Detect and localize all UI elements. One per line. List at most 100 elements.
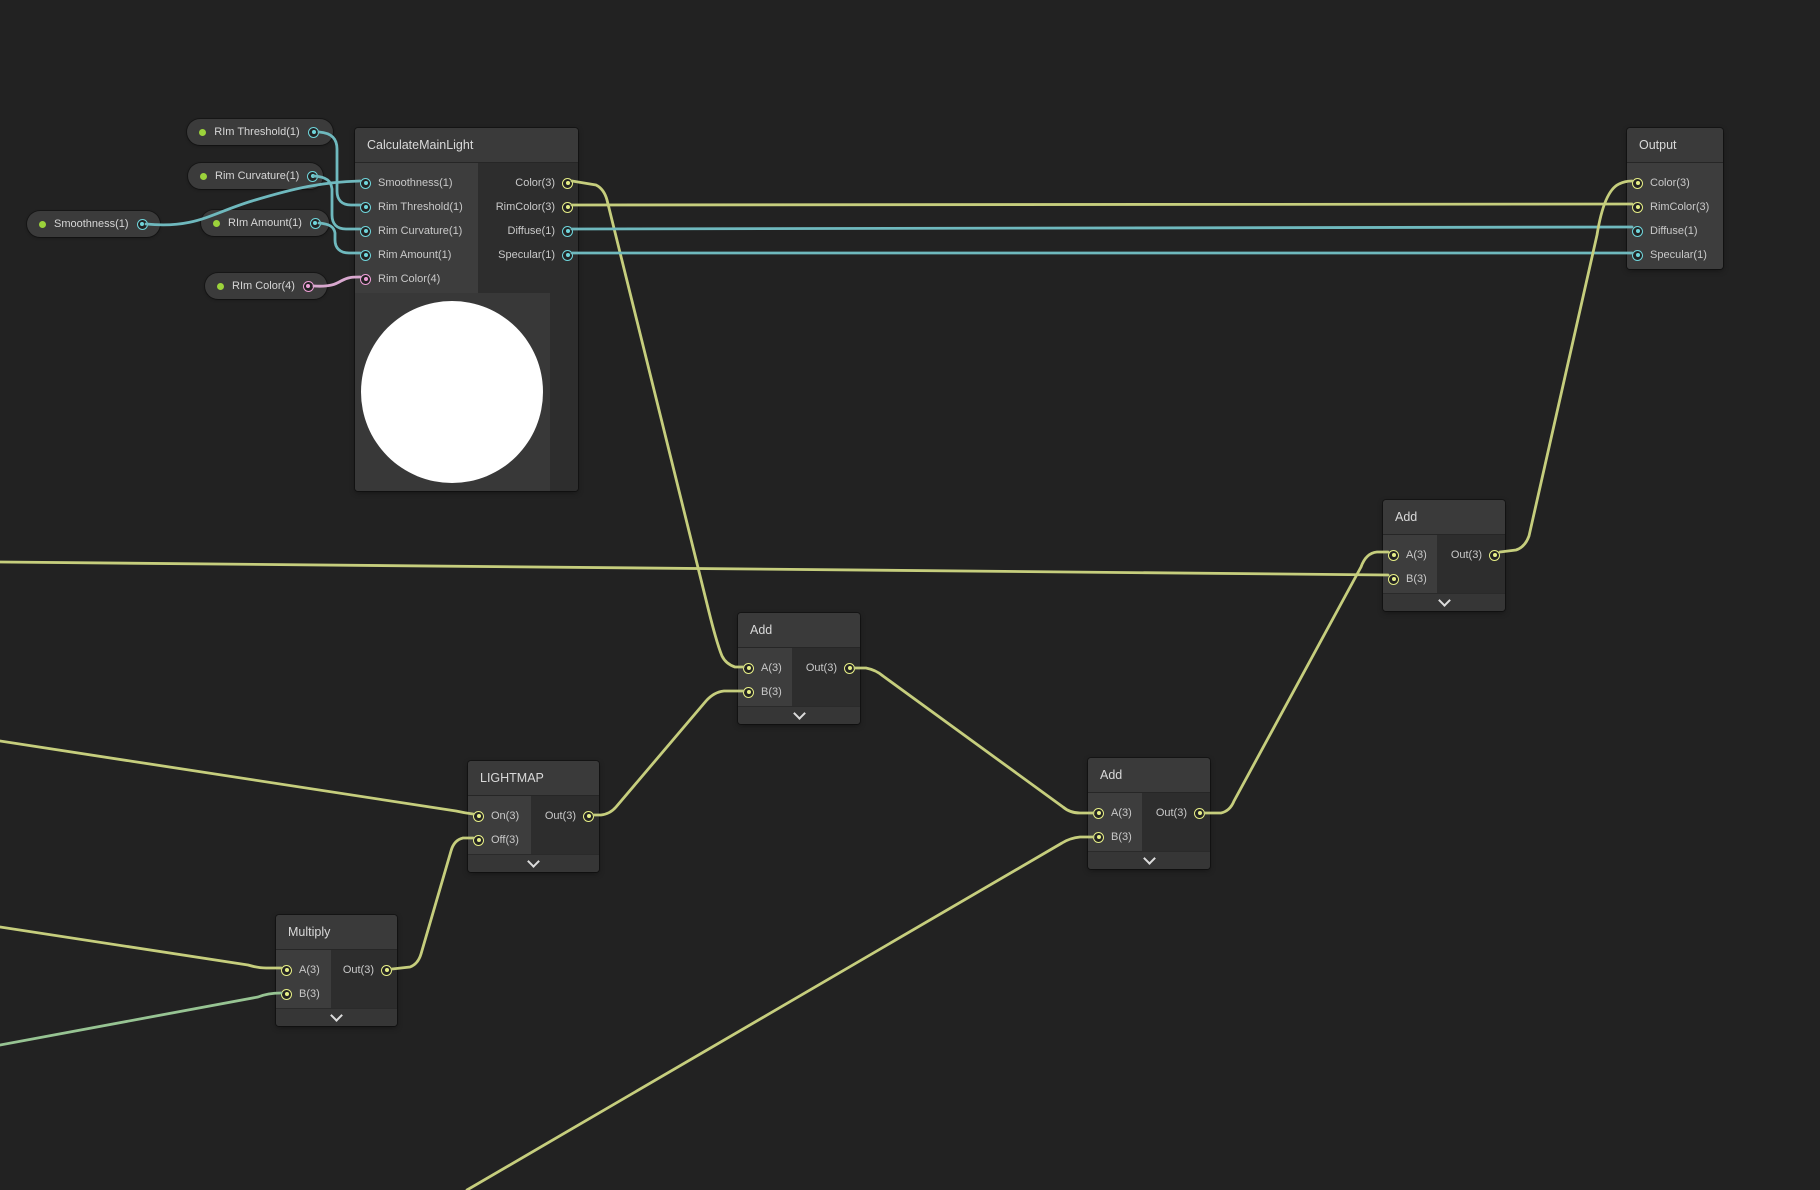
port-in-a[interactable] (743, 662, 754, 674)
edge-offscreen-bottom-to-add-lower-b[interactable] (465, 835, 1095, 1190)
port-row: A(3) (1088, 801, 1142, 825)
port-out-rim-curvature[interactable] (307, 170, 319, 182)
edge-add-upper-out-to-output-color[interactable] (1498, 179, 1634, 554)
port-label: B(3) (761, 686, 782, 698)
port-row: Rim Curvature(1) (355, 219, 478, 243)
property-pill-smoothness[interactable]: Smoothness(1) (27, 211, 160, 237)
node-output[interactable]: Output Color(3) RimColor(3) Diffuse(1) S… (1627, 128, 1723, 269)
node-add-upper[interactable]: Add A(3) B(3) Out(3) (1383, 500, 1505, 611)
port-in-a[interactable] (281, 964, 292, 976)
port-label: Rim Amount(1) (378, 249, 452, 261)
node-collapse-button[interactable] (738, 706, 860, 724)
port-out-out[interactable] (1194, 807, 1205, 819)
port-row: Specular(1) (478, 243, 578, 267)
port-label: Out(3) (544, 810, 576, 822)
edge-multiply-out-to-lightmap-off[interactable] (390, 836, 475, 971)
port-row: On(3) (468, 804, 531, 828)
port-out-diffuse[interactable] (562, 225, 573, 237)
edge-lightmap-out-to-add-center-b[interactable] (592, 689, 745, 817)
port-row: B(3) (1383, 567, 1437, 591)
port-out-out[interactable] (381, 964, 392, 976)
node-title[interactable]: Output (1627, 128, 1723, 163)
property-dot (213, 219, 220, 227)
port-out-specular[interactable] (562, 249, 573, 261)
port-out-out[interactable] (844, 662, 855, 674)
port-label: Off(3) (491, 834, 519, 846)
node-collapse-button[interactable] (276, 1008, 397, 1026)
edge-offscreen-left-to-lightmap-on[interactable] (0, 739, 475, 816)
property-dot (217, 282, 224, 290)
edge-offscreen-left-to-add-upper-b[interactable] (0, 560, 1390, 577)
edge-offscreen-left-to-multiply-b[interactable] (0, 991, 283, 1047)
chevron-down-icon (330, 1009, 343, 1022)
node-title[interactable]: Add (738, 613, 860, 648)
port-out-smoothness[interactable] (136, 218, 148, 230)
node-title[interactable]: LIGHTMAP (468, 761, 599, 796)
port-in-rim-color[interactable] (360, 273, 371, 285)
port-out-rim-color[interactable] (302, 280, 314, 292)
port-in-specular[interactable] (1632, 249, 1643, 261)
node-title[interactable]: Add (1383, 500, 1505, 535)
property-label: Smoothness(1) (54, 218, 129, 230)
node-collapse-button[interactable] (468, 854, 599, 872)
edge-add-lower-out-to-add-upper-a[interactable] (1203, 550, 1390, 815)
port-row: Diffuse(1) (1627, 219, 1723, 243)
node-add-center[interactable]: Add A(3) B(3) Out(3) (738, 613, 860, 724)
port-out-rim-amount[interactable] (309, 217, 321, 229)
port-in-b[interactable] (1388, 573, 1399, 585)
edge-calculate-main-light-diffuse-to-output-diffuse[interactable] (570, 225, 1634, 231)
node-title[interactable]: CalculateMainLight (355, 128, 578, 163)
node-add-lower[interactable]: Add A(3) B(3) Out(3) (1088, 758, 1210, 869)
port-out-rimcolor[interactable] (562, 201, 573, 213)
node-calculate-main-light[interactable]: CalculateMainLight Smoothness(1) Rim Thr… (355, 128, 578, 491)
port-row: Out(3) (1142, 801, 1210, 825)
preview-image (355, 293, 550, 491)
property-pill-rim-amount[interactable]: RIm Amount(1) (201, 210, 329, 236)
port-row: Rim Color(4) (355, 267, 478, 291)
port-row: Diffuse(1) (478, 219, 578, 243)
port-row: Out(3) (331, 958, 397, 982)
port-row: Out(3) (531, 804, 599, 828)
port-label: Diffuse(1) (507, 225, 555, 237)
port-in-on[interactable] (473, 810, 484, 822)
port-in-rim-threshold[interactable] (360, 201, 371, 213)
port-in-diffuse[interactable] (1632, 225, 1643, 237)
port-row: B(3) (276, 982, 331, 1006)
port-in-b[interactable] (281, 988, 292, 1000)
port-in-rim-amount[interactable] (360, 249, 371, 261)
port-label: Specular(1) (498, 249, 555, 261)
node-title[interactable]: Multiply (276, 915, 397, 950)
port-label: Rim Threshold(1) (378, 201, 463, 213)
port-out-out[interactable] (583, 810, 594, 822)
edge-add-center-out-to-add-lower-a[interactable] (853, 666, 1095, 815)
port-label: RimColor(3) (1650, 201, 1710, 213)
port-in-rim-curvature[interactable] (360, 225, 371, 237)
port-in-off[interactable] (473, 834, 484, 846)
preview-background (550, 293, 578, 491)
property-pill-rim-curvature[interactable]: Rim Curvature(1) (188, 163, 323, 189)
port-row: Out(3) (1437, 543, 1505, 567)
port-out-rim-threshold[interactable] (308, 126, 319, 138)
port-out-out[interactable] (1489, 549, 1500, 561)
edge-calculate-main-light-rimcolor-to-output-rimcolor[interactable] (570, 202, 1634, 207)
graph-canvas[interactable]: RIm Threshold(1) Rim Curvature(1) Smooth… (0, 0, 1820, 1190)
port-out-color[interactable] (562, 177, 573, 189)
port-in-rimcolor[interactable] (1632, 201, 1643, 213)
node-title[interactable]: Add (1088, 758, 1210, 793)
node-preview (355, 293, 578, 491)
node-lightmap[interactable]: LIGHTMAP On(3) Off(3) Out(3) (468, 761, 599, 872)
node-multiply[interactable]: Multiply A(3) B(3) Out(3) (276, 915, 397, 1026)
property-pill-rim-color[interactable]: RIm Color(4) (205, 273, 327, 299)
port-in-color[interactable] (1632, 177, 1643, 189)
port-in-b[interactable] (1093, 831, 1104, 843)
property-pill-rim-threshold[interactable]: RIm Threshold(1) (187, 119, 333, 145)
edge-offscreen-left-to-multiply-a[interactable] (0, 925, 283, 970)
port-in-a[interactable] (1388, 549, 1399, 561)
port-label: Specular(1) (1650, 249, 1707, 261)
node-collapse-button[interactable] (1088, 851, 1210, 869)
edge-calculate-main-light-color-to-add-center-a[interactable] (570, 179, 745, 669)
node-collapse-button[interactable] (1383, 593, 1505, 611)
port-in-a[interactable] (1093, 807, 1104, 819)
port-in-b[interactable] (743, 686, 754, 698)
port-in-smoothness[interactable] (360, 177, 371, 189)
